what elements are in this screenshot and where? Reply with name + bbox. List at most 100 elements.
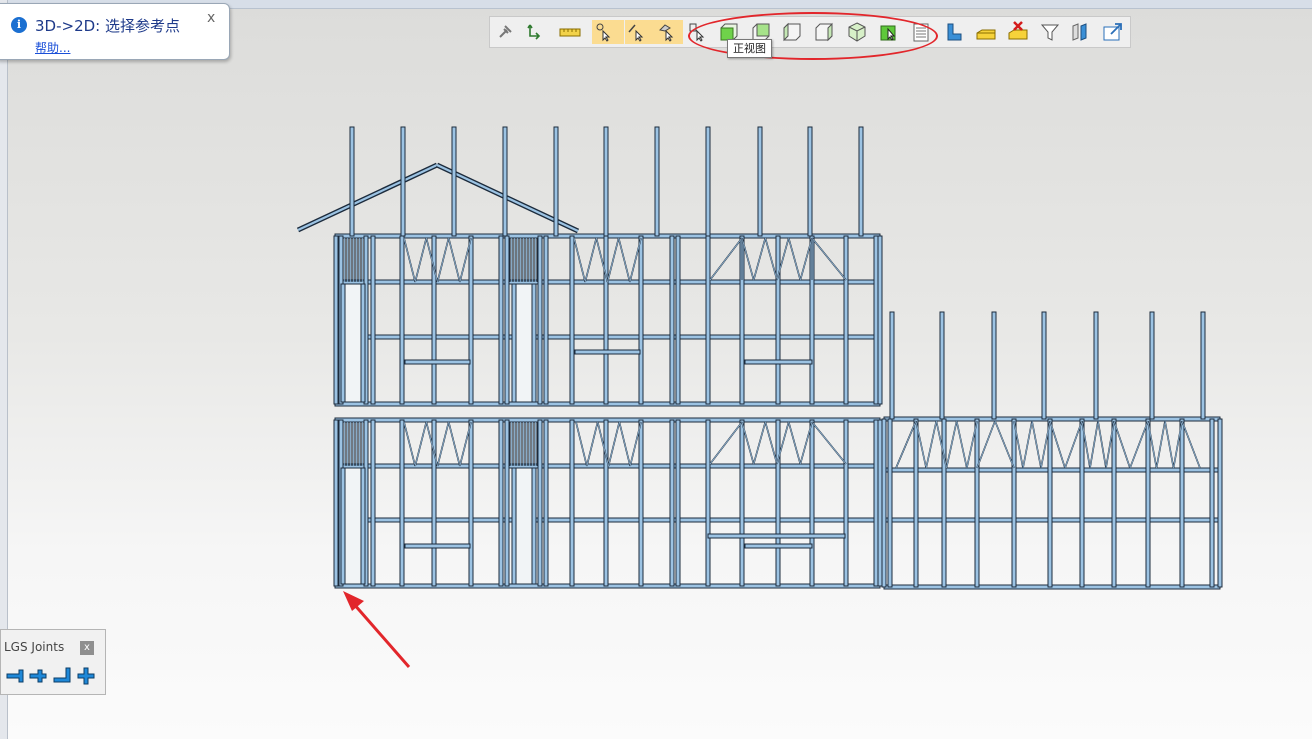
stud [638, 419, 644, 587]
protruding-stud [889, 311, 895, 420]
l-joint-button[interactable] [52, 666, 72, 686]
brace-highlight [573, 237, 586, 283]
delete-stack-button[interactable] [1006, 20, 1030, 44]
stud [468, 419, 474, 587]
stud [881, 418, 887, 588]
stud [1011, 418, 1017, 588]
pin-icon [499, 25, 512, 38]
help-link[interactable]: 帮助... [35, 39, 70, 56]
stud [873, 419, 879, 587]
stud [531, 467, 537, 585]
red-annotation-ellipse [688, 12, 938, 60]
stud [603, 235, 609, 405]
snap-point-button[interactable] [592, 20, 624, 44]
protruding-stud [705, 126, 711, 237]
brace-highlight [608, 421, 620, 467]
protruding-stud [807, 126, 813, 237]
brace-highlight [811, 421, 847, 465]
brace-highlight [1129, 420, 1149, 469]
stud [1179, 418, 1185, 588]
protruding-stud [939, 311, 945, 420]
stud [941, 418, 947, 588]
protruding-stud [757, 126, 763, 237]
red-arrow-head [343, 591, 364, 611]
t-joint-left-icon [6, 669, 24, 683]
export-button[interactable] [1101, 20, 1125, 44]
stud [569, 419, 575, 587]
brace-highlight [753, 421, 766, 465]
brace-highlight [437, 421, 450, 467]
stud [399, 419, 405, 587]
stud [1145, 418, 1151, 588]
stud [511, 467, 517, 585]
pin-button[interactable] [493, 20, 517, 44]
tooltip: 正视图 [727, 39, 772, 58]
brace-highlight [607, 237, 620, 283]
snap-edge-button[interactable] [625, 20, 657, 44]
brace-highlight [586, 421, 599, 467]
stud [468, 235, 474, 405]
stud [504, 419, 510, 587]
stud [669, 235, 675, 405]
stud [360, 467, 366, 585]
protruding-stud [349, 126, 355, 237]
stud [333, 419, 339, 587]
protruding-stud [451, 126, 457, 237]
brace-highlight [925, 420, 937, 469]
brace-highlight [575, 421, 588, 467]
brace-highlight [709, 237, 743, 281]
rotate-button[interactable] [522, 20, 546, 44]
brace-highlight [1181, 420, 1201, 469]
brace-highlight [1031, 420, 1042, 469]
protruding-stud [1093, 311, 1099, 420]
stud [843, 419, 849, 587]
filter-button[interactable] [1038, 20, 1062, 44]
window-header [744, 359, 813, 365]
stud [974, 418, 980, 588]
ruler-button[interactable] [558, 20, 582, 44]
panels-button[interactable] [1068, 20, 1092, 44]
brace-highlight [618, 237, 631, 283]
stud [877, 419, 883, 587]
t-joint-left-button[interactable] [5, 666, 25, 686]
filter-icon [1040, 24, 1060, 41]
stud [360, 283, 366, 403]
hint-title: 3D->2D: 选择参考点 [35, 17, 180, 35]
stud [537, 235, 543, 405]
joints-panel-title: LGS Joints [4, 640, 65, 654]
brace-highlight [811, 237, 847, 281]
window-header [404, 543, 471, 549]
protruding-stud [1200, 311, 1206, 420]
protruding-stud [603, 126, 609, 237]
close-icon[interactable]: x [80, 641, 94, 655]
stud [877, 235, 883, 405]
stud [913, 418, 919, 588]
stud [399, 235, 405, 405]
stud [1111, 418, 1117, 588]
brace-highlight [437, 237, 450, 283]
t-joint-right-button[interactable] [28, 666, 48, 686]
stack-button[interactable] [974, 20, 998, 44]
ruler-icon [559, 28, 581, 37]
brace-highlight [618, 421, 631, 467]
protruding-stud [1149, 311, 1155, 420]
stud [887, 418, 893, 588]
brace-highlight [709, 421, 743, 465]
stud [1047, 418, 1053, 588]
brace-highlight [946, 420, 958, 469]
brace-highlight [403, 421, 416, 467]
stud [498, 235, 504, 405]
stud [675, 419, 681, 587]
info-icon: i [11, 17, 27, 33]
brace-highlight [788, 421, 801, 465]
brace-highlight [1097, 420, 1107, 469]
stud [537, 419, 543, 587]
snap-face-button[interactable] [655, 20, 683, 44]
stud [531, 283, 537, 403]
protruding-stud [400, 126, 406, 237]
window-header [404, 359, 471, 365]
cross-joint-button[interactable] [76, 666, 96, 686]
close-icon[interactable]: x [207, 10, 215, 26]
protruding-stud [654, 126, 660, 237]
profile-button[interactable] [942, 20, 966, 44]
